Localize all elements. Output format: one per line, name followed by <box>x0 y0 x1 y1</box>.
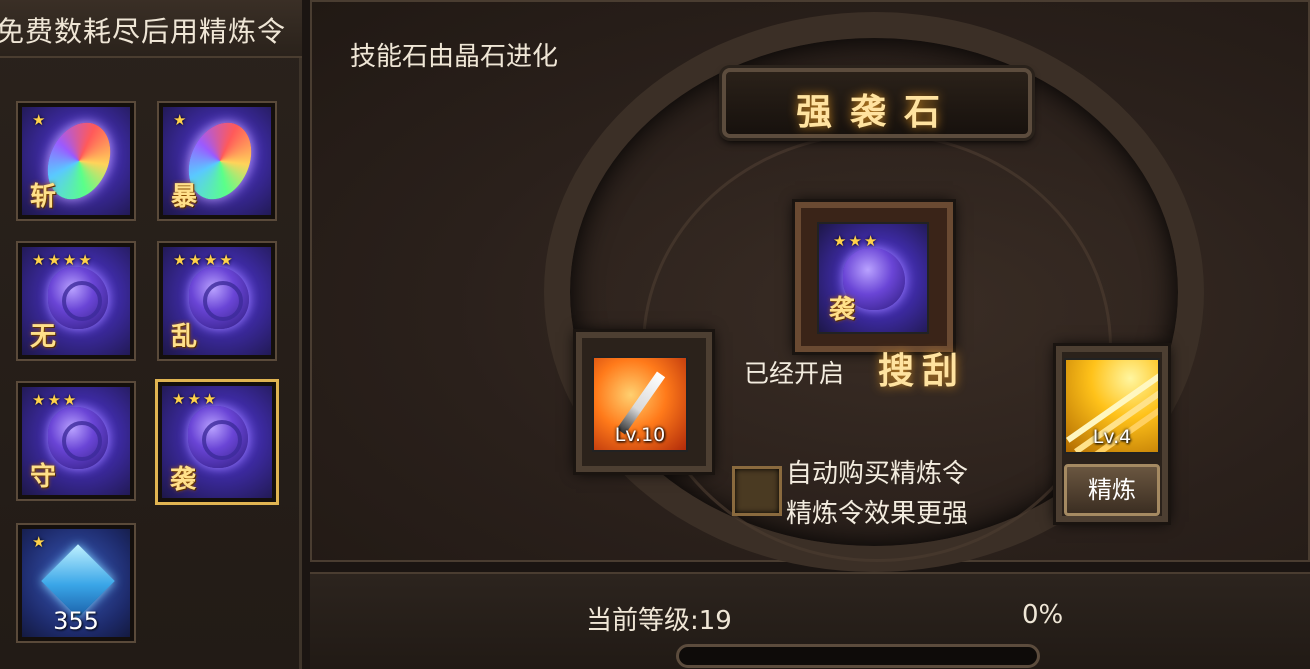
progress-bar <box>676 644 1040 668</box>
inventory-header: 免费数耗尽后用精炼令 <box>0 0 302 58</box>
star-rating: ★★★ <box>32 391 79 409</box>
inventory-slot-zhan[interactable]: ★ 斩 <box>16 101 136 221</box>
progress-percent: 0% <box>1022 600 1064 630</box>
auto-buy-line1: 自动购买精炼令 <box>786 459 969 489</box>
star-rating: ★ <box>173 111 189 129</box>
star-rating: ★ <box>32 111 48 129</box>
slot-glyph: 无 <box>30 322 57 352</box>
opened-label: 已经开启 <box>744 359 845 388</box>
opened-skill-name: 搜刮 <box>878 350 967 392</box>
level-bar: 当前等级:19 0% <box>310 572 1310 669</box>
star-rating: ★ <box>32 533 48 551</box>
inventory-slot-bao[interactable]: ★ 暴 <box>157 101 277 221</box>
inventory-slot-luan[interactable]: ★★★★ 乱 <box>157 241 277 361</box>
inventory-header-text: 免费数耗尽后用精炼令 <box>0 15 287 48</box>
stone-title-plate: 强袭石 <box>722 68 1032 138</box>
auto-buy-label: 自动购买精炼令 精炼令效果更强 <box>786 454 968 534</box>
star-rating: ★★★ <box>833 232 880 250</box>
refine-button[interactable]: 精炼 <box>1064 464 1160 516</box>
auto-buy-line2: 精炼令效果更强 <box>786 499 969 529</box>
current-level: 当前等级:19 <box>586 606 732 636</box>
slot-glyph: 暴 <box>171 182 198 212</box>
refine-main-panel: 技能石由晶石进化 强袭石 ★★★ 袭 Lv.10 已经开启 搜刮 Lv.4 自动… <box>310 0 1310 572</box>
crystal-count: 355 <box>53 607 99 635</box>
skill-level: Lv.10 <box>614 424 666 446</box>
star-rating: ★★★★ <box>32 251 94 269</box>
star-rating: ★★★★ <box>173 251 235 269</box>
inventory-slot-wu[interactable]: ★★★★ 无 <box>16 241 136 361</box>
stone-title: 强袭石 <box>795 91 958 133</box>
slot-glyph: 斩 <box>30 182 57 212</box>
burst-skill-icon[interactable]: Lv.4 <box>1064 358 1160 454</box>
evolution-hint: 技能石由晶石进化 <box>350 42 559 72</box>
slot-glyph: 袭 <box>170 465 197 495</box>
stone-glyph: 袭 <box>829 295 856 325</box>
inventory-slot-xi-selected[interactable]: ★★★ 袭 <box>155 379 279 505</box>
inventory-slot-shou[interactable]: ★★★ 守 <box>16 381 136 501</box>
star-rating: ★★★ <box>172 390 219 408</box>
inventory-slot-crystal[interactable]: ★ 355 <box>16 523 136 643</box>
auto-buy-checkbox[interactable] <box>732 466 782 516</box>
slot-glyph: 守 <box>30 462 57 492</box>
sword-skill-icon[interactable]: Lv.10 <box>592 356 688 452</box>
center-stone-slot[interactable]: ★★★ 袭 <box>817 222 929 334</box>
skill-level: Lv.4 <box>1092 426 1132 448</box>
stone-inventory-panel: 免费数耗尽后用精炼令 ★ 斩 ★ 暴 ★★★★ 无 ★★★★ 乱 ★★★ 守 ★… <box>0 0 302 669</box>
slot-glyph: 乱 <box>171 322 198 352</box>
